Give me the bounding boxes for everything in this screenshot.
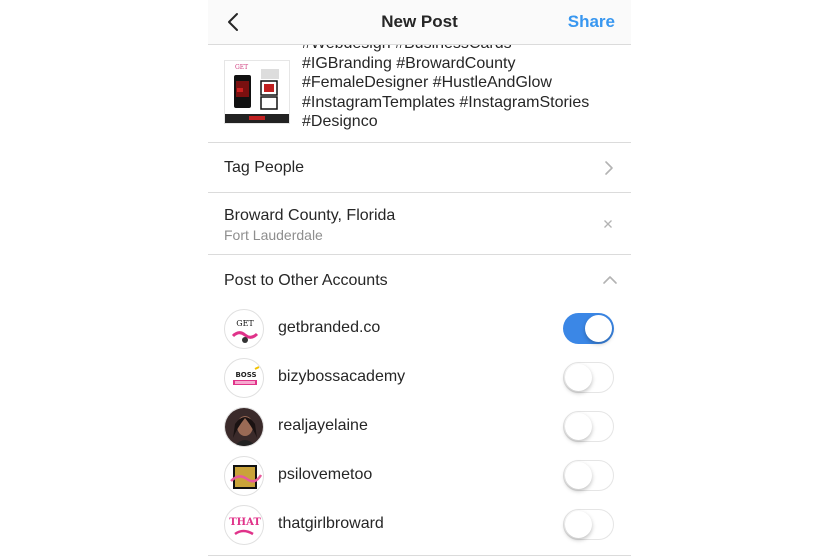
svg-text:THAT: THAT [229, 517, 261, 528]
tag-people-row[interactable]: Tag People [208, 143, 631, 193]
account-name: bizybossacademy [278, 368, 406, 385]
account-name: realjayelaine [278, 417, 368, 434]
account-row: realjayelaine [208, 402, 631, 451]
post-toggle[interactable] [563, 362, 614, 393]
toggle-knob [565, 511, 592, 538]
remove-location-icon[interactable] [603, 219, 613, 229]
toggle-knob [565, 413, 592, 440]
bottom-divider [208, 555, 631, 556]
chevron-up-icon[interactable] [602, 274, 618, 286]
location-sub: Fort Lauderdale [224, 227, 323, 243]
account-row: BOSS bizybossacademy [208, 353, 631, 402]
avatar: THAT [224, 505, 264, 545]
toggle-knob [565, 462, 592, 489]
account-name: psilovemetoo [278, 466, 373, 483]
post-toggle[interactable] [563, 313, 614, 344]
thumbnail-image: GET [225, 61, 289, 123]
nav-header: New Post Share [208, 0, 631, 45]
post-toggle[interactable] [563, 460, 614, 491]
thumbnail-logo-text: GET [235, 64, 248, 71]
tag-people-label: Tag People [224, 159, 305, 176]
location-name: Broward County, Florida [224, 207, 396, 224]
new-post-screen: New Post Share GET #Webdesign #BusinessC… [208, 0, 631, 560]
post-thumbnail: GET [224, 60, 290, 124]
chevron-right-icon [605, 161, 613, 175]
account-row: GET getbranded.co [208, 304, 631, 353]
svg-text:BOSS: BOSS [235, 371, 256, 379]
post-toggle[interactable] [563, 509, 614, 540]
account-row: THAT thatgirlbroward [208, 500, 631, 549]
account-row: psilovemetoo [208, 451, 631, 500]
caption-section: GET #Webdesign #BusinessCards #IGBrandin… [208, 45, 631, 143]
account-name: thatgirlbroward [278, 515, 384, 532]
other-accounts-label: Post to Other Accounts [224, 272, 388, 289]
account-name: getbranded.co [278, 319, 381, 336]
post-toggle[interactable] [563, 411, 614, 442]
toggle-knob [585, 315, 612, 342]
avatar: GET [224, 309, 264, 349]
other-accounts-header[interactable]: Post to Other Accounts [208, 255, 631, 304]
avatar: BOSS [224, 358, 264, 398]
avatar [224, 456, 264, 496]
svg-text:GET: GET [236, 319, 254, 328]
location-row[interactable]: Broward County, Florida Fort Lauderdale [208, 193, 631, 255]
share-button[interactable]: Share [568, 12, 615, 32]
avatar [224, 407, 264, 447]
caption-text[interactable]: #Webdesign #BusinessCards #IGBranding #B… [302, 45, 622, 132]
toggle-knob [565, 364, 592, 391]
